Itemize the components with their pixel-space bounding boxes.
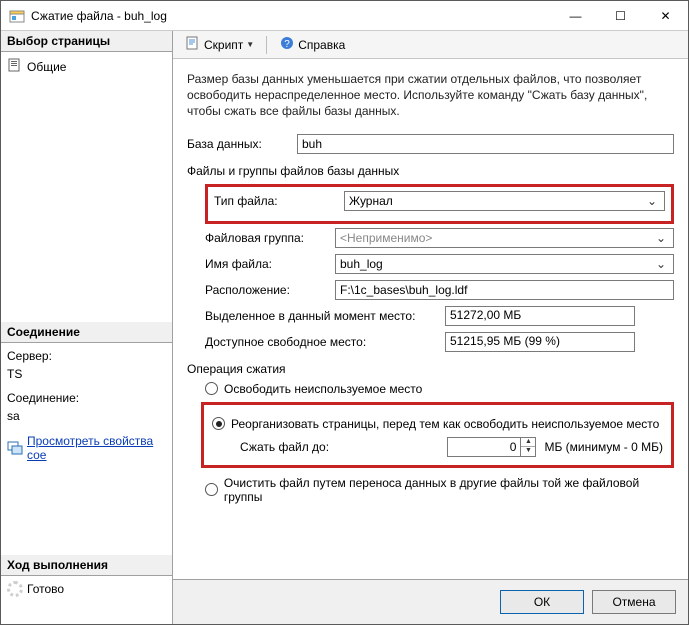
- cancel-button[interactable]: Отмена: [592, 590, 676, 614]
- allocated-value: 51272,00 МБ: [445, 306, 635, 326]
- file-type-value: Журнал: [349, 194, 644, 208]
- location-field[interactable]: [335, 280, 674, 300]
- dialog-window: Сжатие файла - buh_log — ☐ ✕ Выбор стран…: [0, 0, 689, 625]
- page-item-label: Общие: [27, 60, 66, 74]
- server-label: Сервер:: [7, 347, 166, 365]
- server-value: TS: [7, 365, 166, 383]
- script-icon: [185, 35, 201, 54]
- file-type-select[interactable]: Журнал ⌄: [344, 191, 665, 211]
- dialog-footer: ОК Отмена: [173, 579, 688, 624]
- progress-status: Готово: [27, 582, 64, 596]
- file-type-highlight: Тип файла: Журнал ⌄: [205, 184, 674, 224]
- radio-label: Очистить файл путем переноса данных в др…: [224, 476, 674, 504]
- app-icon: [9, 8, 25, 24]
- radio-icon: [205, 382, 218, 395]
- location-label: Расположение:: [205, 283, 335, 297]
- page-item-general[interactable]: Общие: [7, 56, 166, 77]
- window-title: Сжатие файла - buh_log: [31, 9, 553, 23]
- file-group-label: Файловая группа:: [205, 231, 335, 245]
- database-label: База данных:: [187, 137, 297, 151]
- file-group-select: <Неприменимо> ⌄: [335, 228, 674, 248]
- titlebar: Сжатие файла - buh_log — ☐ ✕: [1, 1, 688, 31]
- connection-header: Соединение: [1, 322, 172, 343]
- radio-icon: [212, 417, 225, 430]
- allocated-label: Выделенное в данный момент место:: [205, 309, 445, 323]
- script-button[interactable]: Скрипт ▼: [181, 33, 258, 56]
- radio-empty-file[interactable]: Очистить файл путем переноса данных в др…: [205, 476, 674, 504]
- free-label: Доступное свободное место:: [205, 335, 445, 349]
- shrink-to-input[interactable]: [448, 438, 520, 456]
- file-type-label: Тип файла:: [214, 194, 344, 208]
- chevron-down-icon: ⌄: [653, 257, 669, 271]
- chevron-down-icon: ⌄: [653, 231, 669, 245]
- reorganize-highlight: Реорганизовать страницы, перед тем как о…: [201, 402, 674, 468]
- svg-text:?: ?: [284, 39, 290, 50]
- view-connection-props-link[interactable]: Просмотреть свойства сое: [27, 434, 166, 462]
- shrink-to-spinner[interactable]: ▲▼: [447, 437, 536, 457]
- ok-button[interactable]: ОК: [500, 590, 584, 614]
- radio-icon: [205, 483, 218, 496]
- help-button[interactable]: ? Справка: [275, 33, 349, 56]
- radio-reorganize[interactable]: Реорганизовать страницы, перед тем как о…: [212, 417, 663, 431]
- radio-label: Реорганизовать страницы, перед тем как о…: [231, 417, 659, 431]
- operation-title: Операция сжатия: [187, 362, 674, 376]
- right-panel: Скрипт ▼ ? Справка Размер базы данных ум…: [173, 31, 688, 624]
- radio-label: Освободить неиспользуемое место: [224, 382, 422, 396]
- files-group-title: Файлы и группы файлов базы данных: [187, 164, 674, 178]
- page-icon: [7, 57, 23, 76]
- free-value: 51215,95 МБ (99 %): [445, 332, 635, 352]
- toolbar: Скрипт ▼ ? Справка: [173, 31, 688, 59]
- help-icon: ?: [279, 35, 295, 54]
- connection-value: sa: [7, 407, 166, 425]
- shrink-unit-label: МБ (минимум - 0 МБ): [544, 440, 663, 454]
- file-name-select[interactable]: buh_log ⌄: [335, 254, 674, 274]
- connection-label: Соединение:: [7, 389, 166, 407]
- maximize-button[interactable]: ☐: [598, 1, 643, 31]
- toolbar-divider: [266, 36, 267, 54]
- page-select-header: Выбор страницы: [1, 31, 172, 52]
- close-button[interactable]: ✕: [643, 1, 688, 31]
- chevron-down-icon: ▼: [246, 40, 254, 49]
- progress-header: Ход выполнения: [1, 555, 172, 576]
- database-field[interactable]: [297, 134, 674, 154]
- connection-icon: [7, 439, 23, 458]
- script-label: Скрипт: [204, 38, 243, 52]
- file-name-value: buh_log: [340, 257, 653, 271]
- file-name-label: Имя файла:: [205, 257, 335, 271]
- spinner-buttons[interactable]: ▲▼: [520, 438, 535, 456]
- help-label: Справка: [298, 38, 345, 52]
- minimize-button[interactable]: —: [553, 1, 598, 31]
- description-text: Размер базы данных уменьшается при сжати…: [187, 71, 674, 120]
- shrink-to-label: Сжать файл до:: [240, 440, 329, 454]
- progress-spinner-icon: [7, 581, 23, 597]
- radio-release-unused[interactable]: Освободить неиспользуемое место: [205, 382, 674, 396]
- left-panel: Выбор страницы Общие Соединение Сервер: …: [1, 31, 173, 624]
- chevron-down-icon: ⌄: [644, 194, 660, 208]
- file-group-value: <Неприменимо>: [340, 231, 653, 245]
- content-area: Размер базы данных уменьшается при сжати…: [173, 59, 688, 579]
